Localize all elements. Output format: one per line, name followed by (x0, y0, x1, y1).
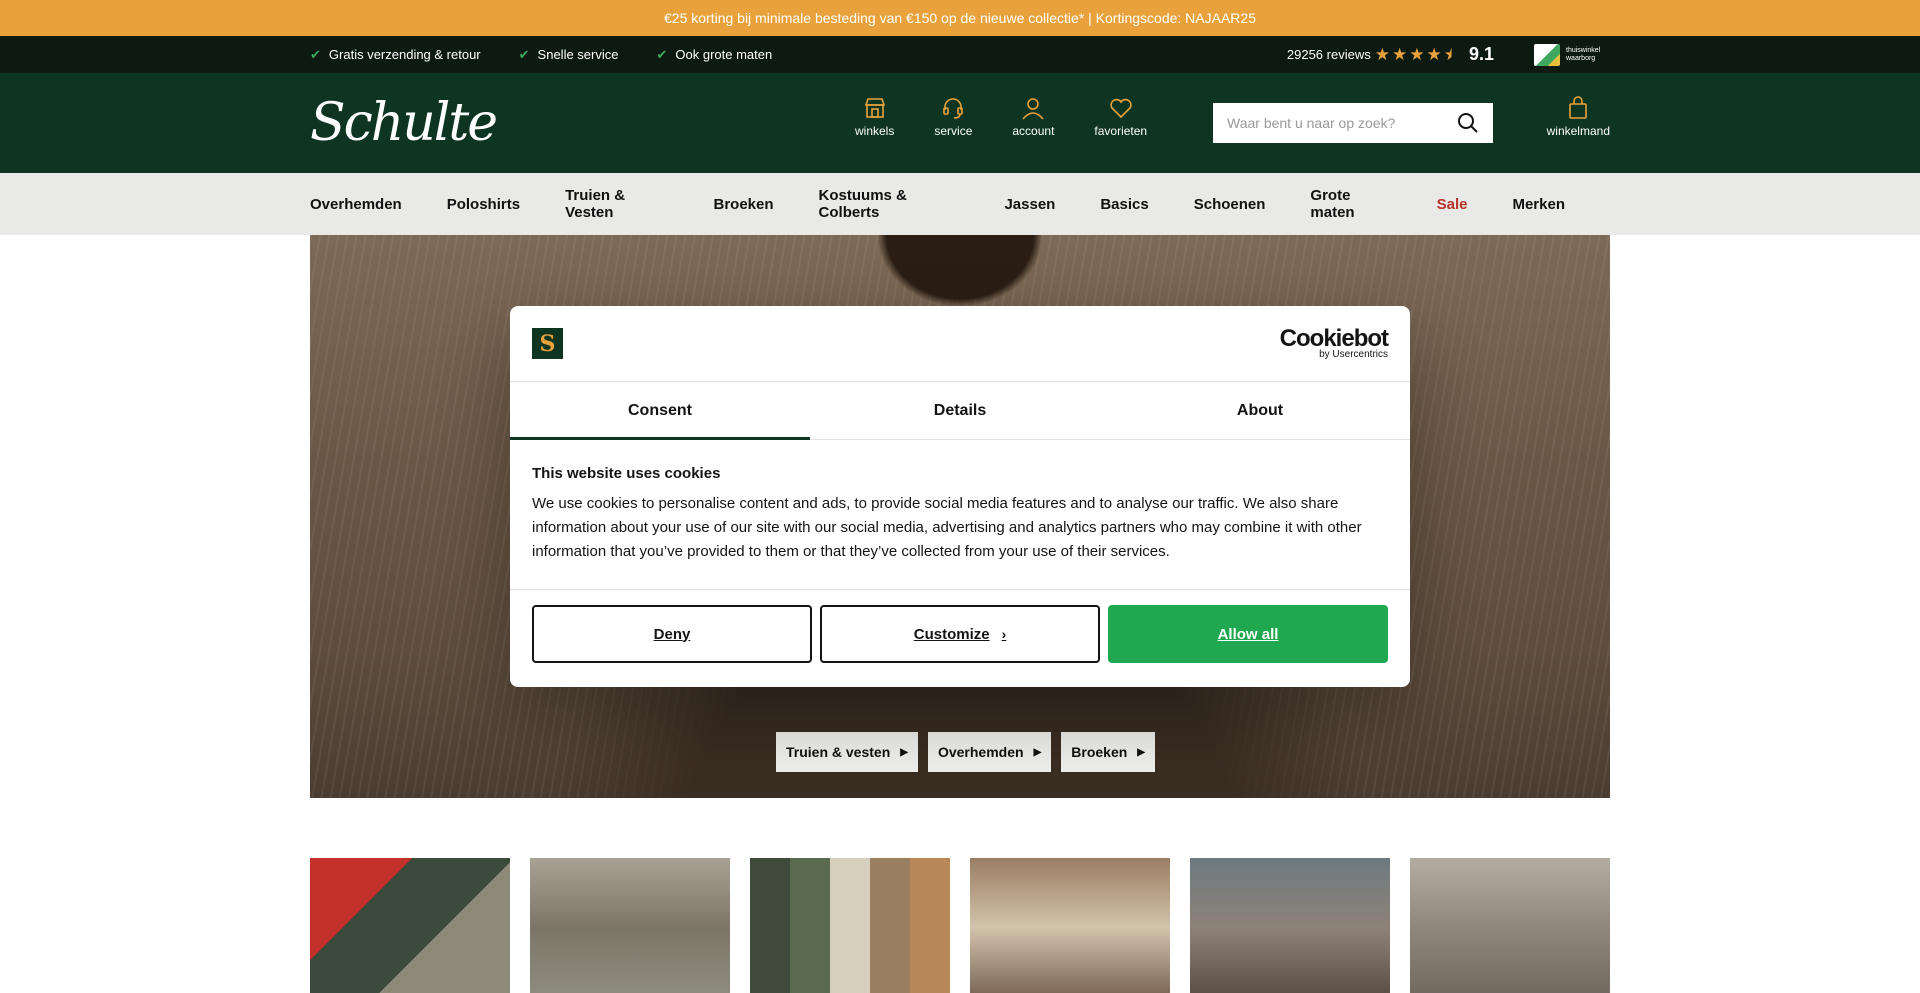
check-icon: ✔ (656, 46, 668, 62)
play-arrow-icon: ▶ (1033, 746, 1042, 758)
hero-button-truien[interactable]: Truien & vesten ▶ (776, 732, 918, 772)
site-header: Schulte winkels service account favoriet… (0, 73, 1920, 173)
star-icon: ★ (1409, 45, 1425, 64)
favorites-link[interactable]: favorieten (1094, 95, 1147, 138)
hero-button-label: Truien & vesten (786, 744, 891, 760)
deny-button[interactable]: Deny (532, 605, 812, 663)
account-label: account (1012, 124, 1055, 138)
hero-button-label: Broeken (1071, 744, 1128, 760)
rating-stars: ★ ★ ★ ★ ★ (1375, 46, 1461, 63)
tab-consent[interactable]: Consent (510, 382, 810, 440)
service-link[interactable]: service (934, 95, 972, 138)
nav-item-basics[interactable]: Basics (1100, 196, 1148, 213)
dialog-actions: Deny Customize › Allow all (510, 590, 1410, 678)
customize-button[interactable]: Customize › (820, 605, 1100, 663)
customize-label: Customize (913, 625, 990, 643)
store-link[interactable]: winkels (855, 95, 894, 138)
thuiswinkel-logo-icon (1534, 43, 1560, 66)
reviews-widget[interactable]: 29256 reviews ★ ★ ★ ★ ★ 9.1 thuiswinkel … (1286, 43, 1610, 66)
account-link[interactable]: account (1012, 95, 1054, 138)
search-icon[interactable] (1457, 112, 1479, 134)
dialog-tabs: Consent Details About (510, 382, 1410, 440)
deny-label: Deny (653, 625, 691, 643)
hero-button-broeken[interactable]: Broeken ▶ (1061, 732, 1155, 772)
category-tiles (310, 858, 1610, 993)
thuiswinkel-badge[interactable]: thuiswinkel waarborg (1534, 43, 1610, 66)
favorites-label: favorieten (1094, 124, 1148, 138)
cookie-consent-dialog: S Cookiebot by Usercentrics Consent Deta… (510, 306, 1410, 687)
site-logo-icon: S (532, 328, 563, 359)
promo-text: €25 korting bij minimale besteding van €… (664, 10, 1256, 26)
hero-buttons: Truien & vesten ▶ Overhemden ▶ Broeken ▶ (776, 732, 1165, 772)
tab-details[interactable]: Details (810, 382, 1110, 439)
heart-icon (1110, 98, 1132, 119)
cart-link[interactable]: winkelmand (1547, 95, 1610, 138)
nav-item-jassen[interactable]: Jassen (1004, 196, 1055, 213)
tab-about[interactable]: About (1110, 382, 1410, 439)
search-input[interactable] (1227, 115, 1457, 131)
allow-all-label: Allow all (1217, 625, 1279, 643)
site-logo[interactable]: Schulte (310, 93, 498, 153)
usp-item: ✔ Ook grote maten (656, 47, 772, 63)
nav-item-broeken[interactable]: Broeken (714, 196, 774, 213)
nav-item-grote-maten[interactable]: Grote maten (1310, 187, 1391, 221)
store-label: winkels (855, 124, 895, 138)
half-star-icon: ★ (1443, 45, 1459, 64)
star-icon: ★ (1426, 45, 1442, 64)
nav-item-poloshirts[interactable]: Poloshirts (447, 196, 520, 213)
hero-button-overhemden[interactable]: Overhemden ▶ (927, 732, 1052, 772)
user-icon (1022, 98, 1045, 120)
dialog-body: This website uses cookies We use cookies… (510, 440, 1410, 590)
main-nav: Overhemden Poloshirts Truien & Vesten Br… (0, 173, 1920, 235)
shopping-bag-icon (1569, 96, 1588, 119)
category-tile-image[interactable] (970, 858, 1170, 993)
hero-button-label: Overhemden (937, 744, 1024, 760)
promo-bar[interactable]: €25 korting bij minimale besteding van €… (0, 0, 1920, 36)
usp-label: Snelle service (537, 47, 619, 62)
cookiebot-name: Cookiebot (1279, 324, 1389, 352)
category-tile-image[interactable] (310, 858, 510, 993)
usp-label: Gratis verzending & retour (328, 47, 481, 62)
service-label: service (934, 124, 973, 138)
nav-item-schoenen[interactable]: Schoenen (1194, 196, 1266, 213)
category-tile-image[interactable] (1190, 858, 1390, 993)
nav-item-sale[interactable]: Sale (1437, 196, 1468, 213)
check-icon: ✔ (310, 46, 321, 62)
rating-score: 9.1 (1468, 44, 1494, 64)
category-tile-image[interactable] (530, 858, 730, 993)
usp-bar: ✔ Gratis verzending & retour ✔ Snelle se… (0, 36, 1920, 73)
usp-label: Ook grote maten (675, 47, 773, 62)
chevron-right-icon: › (1001, 626, 1007, 642)
nav-item-overhemden[interactable]: Overhemden (310, 196, 402, 213)
dialog-header: S Cookiebot by Usercentrics (510, 306, 1410, 382)
nav-item-merken[interactable]: Merken (1512, 196, 1565, 213)
store-icon (864, 98, 885, 118)
play-arrow-icon: ▶ (1137, 746, 1145, 758)
cookiebot-logo[interactable]: Cookiebot by Usercentrics (1279, 324, 1389, 360)
nav-item-truien-vesten[interactable]: Truien & Vesten (565, 187, 668, 221)
nav-item-kostuums-colberts[interactable]: Kostuums & Colberts (819, 187, 960, 221)
allow-all-button[interactable]: Allow all (1108, 605, 1388, 663)
category-tile-image[interactable] (750, 858, 950, 993)
search-bar (1213, 103, 1493, 143)
headset-icon (943, 98, 964, 119)
play-arrow-icon: ▶ (900, 746, 908, 758)
header-icon-nav: winkels service account favorieten (855, 95, 1187, 138)
usp-item: ✔ Snelle service (519, 47, 619, 63)
badge-text: thuiswinkel waarborg (1566, 46, 1601, 62)
check-icon: ✔ (518, 46, 530, 62)
reviews-count: 29256 reviews (1286, 47, 1371, 62)
dialog-title: This website uses cookies (532, 465, 721, 482)
usp-item: ✔ Gratis verzending & retour (310, 47, 481, 63)
star-icon: ★ (1374, 45, 1390, 64)
category-tile-image[interactable] (1410, 858, 1610, 993)
dialog-text: We use cookies to personalise content an… (532, 495, 1362, 560)
cart-label: winkelmand (1546, 124, 1610, 138)
star-icon: ★ (1391, 45, 1408, 64)
